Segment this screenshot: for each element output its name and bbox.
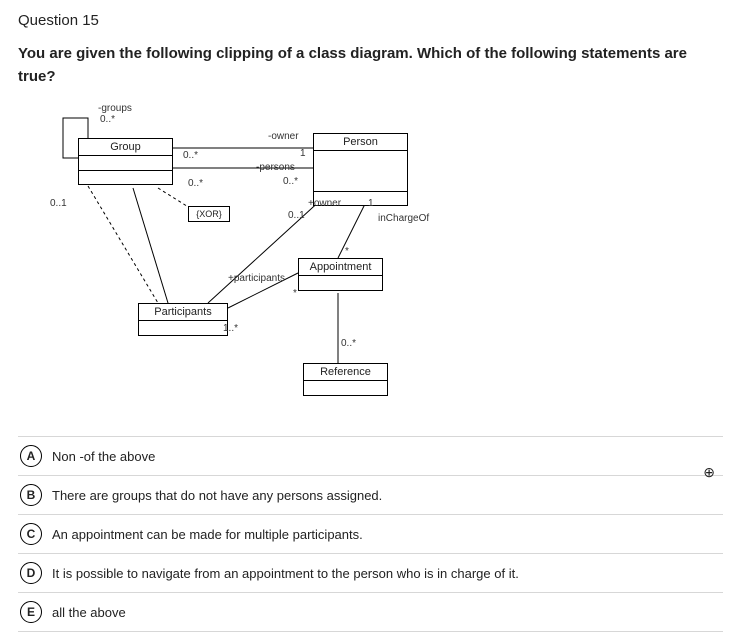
- uml-constraint-xor: {XOR}: [188, 206, 230, 222]
- answer-option-e[interactable]: E all the above: [18, 593, 723, 632]
- label-owner2-mult: 0..1: [288, 210, 305, 221]
- answer-text: An appointment can be made for multiple …: [52, 527, 363, 542]
- class-diagram: Group Person {XOR} Participants Appointm…: [38, 98, 468, 418]
- answer-option-c[interactable]: C An appointment can be made for multipl…: [18, 515, 723, 554]
- label-incharge: inChargeOf: [378, 213, 429, 224]
- label-owner2-one: 1: [368, 198, 374, 209]
- label-a01: 0..1: [50, 198, 67, 209]
- uml-class-appointment-title: Appointment: [299, 259, 382, 276]
- label-owner-mult-src: 0..*: [183, 150, 198, 161]
- answer-option-b[interactable]: B There are groups that do not have any …: [18, 476, 723, 515]
- answer-option-a[interactable]: A Non -of the above ⊕: [18, 436, 723, 476]
- question-number: Question 15: [18, 12, 723, 29]
- answer-option-d[interactable]: D It is possible to navigate from an app…: [18, 554, 723, 593]
- uml-class-person-title: Person: [314, 134, 407, 151]
- answer-text: Non -of the above: [52, 449, 155, 464]
- label-owner-role: -owner: [268, 131, 299, 142]
- uml-constraint-xor-text: {XOR}: [196, 209, 222, 219]
- label-ref-mult: 0..*: [341, 338, 356, 349]
- answer-text: all the above: [52, 605, 126, 620]
- answer-text: There are groups that do not have any pe…: [52, 488, 382, 503]
- uml-class-reference-title: Reference: [304, 364, 387, 381]
- question-prompt: You are given the following clipping of …: [18, 43, 723, 88]
- uml-class-group-title: Group: [79, 139, 172, 156]
- answer-letter: B: [20, 484, 42, 506]
- label-owner2-role: +owner: [308, 198, 341, 209]
- label-appt-mult: *: [293, 288, 297, 299]
- answer-list: A Non -of the above ⊕ B There are groups…: [18, 436, 723, 632]
- uml-class-person: Person: [313, 133, 408, 206]
- label-groups-role: -groups: [98, 103, 132, 114]
- label-groups-mult: 0..*: [100, 114, 115, 125]
- label-assoc-star: *: [345, 246, 349, 257]
- uml-class-reference: Reference: [303, 363, 388, 396]
- uml-class-appointment: Appointment: [298, 258, 383, 291]
- label-participants-role: +participants: [228, 273, 285, 284]
- answer-letter: E: [20, 601, 42, 623]
- label-participants-mult: 1..*: [223, 323, 238, 334]
- label-owner-mult-tgt: 1: [300, 148, 306, 159]
- uml-class-participants: Participants: [138, 303, 228, 336]
- answer-letter: C: [20, 523, 42, 545]
- uml-class-participants-title: Participants: [139, 304, 227, 321]
- answer-letter: A: [20, 445, 42, 467]
- uml-class-group: Group: [78, 138, 173, 185]
- answer-text: It is possible to navigate from an appoi…: [52, 566, 519, 581]
- label-persons-mult-src: 0..*: [188, 178, 203, 189]
- label-persons-role: -persons: [256, 162, 295, 173]
- label-persons-mult-tgt: 0..*: [283, 176, 298, 187]
- answer-letter: D: [20, 562, 42, 584]
